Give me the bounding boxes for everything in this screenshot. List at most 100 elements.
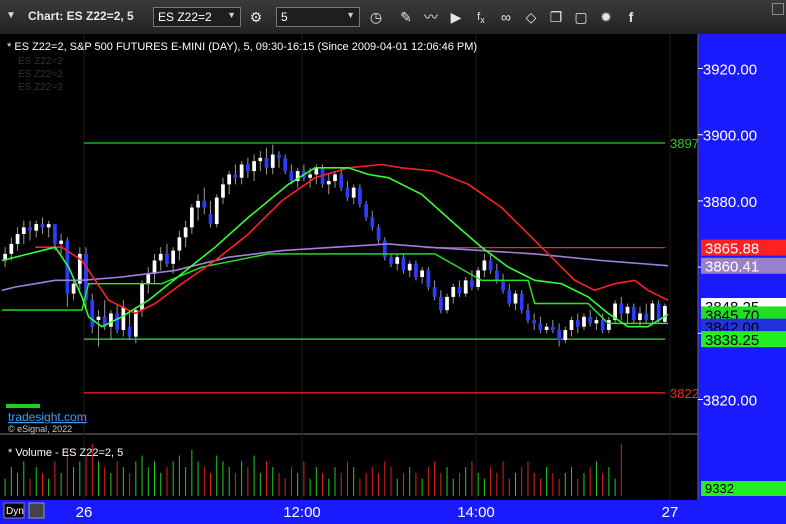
- price-tag-label: 3860.41: [705, 259, 759, 276]
- candle-body: [221, 184, 225, 198]
- candle-body: [395, 257, 400, 264]
- candle-body: [208, 214, 213, 225]
- candle-body: [152, 260, 157, 274]
- candle-body: [507, 290, 512, 304]
- candle-body: [376, 227, 381, 241]
- candle-body: [563, 330, 568, 340]
- candle-body: [53, 224, 57, 244]
- copy-icon[interactable]: ❐: [547, 8, 565, 26]
- play-icon[interactable]: ▶: [447, 8, 465, 26]
- candle-body: [71, 283, 76, 294]
- candle-body: [326, 181, 331, 185]
- candle-body: [115, 313, 120, 330]
- time-label: 26: [76, 504, 93, 521]
- candle-body: [401, 257, 406, 271]
- candle-body: [202, 200, 207, 208]
- candle-body: [638, 313, 642, 321]
- price-axis-label: 3820.00: [703, 393, 757, 410]
- candle-body: [526, 310, 530, 321]
- price-axis-background: [698, 34, 786, 524]
- chart-area[interactable]: * ES Z22=2, S&P 500 FUTURES E-MINI (DAY)…: [0, 34, 786, 524]
- candle-body: [463, 280, 468, 294]
- candle-body: [90, 300, 95, 327]
- interval-select[interactable]: 5 ▼: [276, 7, 360, 27]
- candle-body: [644, 313, 649, 321]
- candle-body: [420, 270, 425, 278]
- candle-body: [283, 157, 288, 172]
- copyright-text: © eSignal, 2022: [8, 424, 72, 434]
- lock-icon[interactable]: [28, 502, 45, 519]
- draw-icon[interactable]: ✎: [397, 8, 415, 26]
- candle-body: [351, 187, 356, 198]
- candle-body: [557, 330, 561, 340]
- edge-price-label: 3822: [670, 386, 699, 401]
- candle-body: [389, 257, 393, 264]
- candle-body: [258, 157, 263, 162]
- logo-bar: [6, 404, 40, 408]
- symbol-select[interactable]: ES Z22=2 ▼: [153, 7, 241, 27]
- candle-body: [109, 313, 113, 327]
- settings-icon[interactable]: ⚙: [247, 8, 265, 26]
- price-axis-label: 3920.00: [703, 61, 757, 78]
- candle-body: [333, 174, 337, 182]
- candle-body: [339, 174, 344, 188]
- legend-item: ES Z22=2: [18, 69, 63, 80]
- watermark-link[interactable]: tradesight.com: [8, 410, 87, 424]
- fx-icon[interactable]: fx: [472, 8, 490, 26]
- candle-body: [619, 303, 624, 314]
- facebook-icon[interactable]: f: [622, 8, 640, 26]
- candle-body: [457, 286, 462, 294]
- candle-body: [513, 293, 518, 304]
- candle-body: [289, 171, 294, 182]
- study-icon[interactable]: 〰: [422, 8, 440, 26]
- candle-body: [438, 296, 443, 311]
- candle-body: [432, 286, 437, 297]
- color-palette-icon[interactable]: ✹: [597, 8, 615, 26]
- candle-body: [127, 326, 132, 337]
- candle-body: [445, 296, 449, 311]
- candle-body: [171, 250, 176, 264]
- candle-body: [364, 204, 368, 218]
- interval-value: 5: [281, 10, 288, 24]
- candle-body: [532, 320, 537, 324]
- link-icon[interactable]: ∞: [497, 8, 515, 26]
- candle-body: [227, 174, 232, 185]
- candle-body: [625, 306, 630, 314]
- window-close-button[interactable]: [772, 3, 784, 15]
- dyn-label: Dyn: [6, 506, 24, 517]
- candle-body: [501, 280, 505, 291]
- price-tag-label: 3838.25: [705, 332, 759, 349]
- candle-body: [121, 306, 126, 330]
- volume-tag-label: 9332: [705, 481, 734, 496]
- candle-body: [370, 217, 375, 228]
- candle-body: [494, 270, 499, 281]
- candle-body: [575, 320, 580, 327]
- candle-body: [382, 240, 387, 258]
- candle-body: [252, 161, 256, 172]
- candle-body: [600, 320, 605, 330]
- volume-title: * Volume - ES Z22=2, 5: [8, 447, 123, 459]
- window-menu-icon[interactable]: ▼: [6, 10, 16, 21]
- candle-body: [183, 227, 188, 238]
- candle-body: [426, 270, 431, 287]
- candle-body: [34, 224, 39, 231]
- candle-body: [40, 224, 45, 228]
- clock-icon[interactable]: ◷: [367, 8, 385, 26]
- candle-body: [358, 187, 362, 205]
- candle-body: [582, 316, 586, 327]
- candle-body: [21, 227, 26, 234]
- candle-body: [264, 157, 269, 168]
- candle-body: [270, 154, 275, 168]
- candle-body: [189, 207, 194, 228]
- time-label: 27: [662, 504, 679, 521]
- candle-body: [28, 227, 32, 231]
- candle-body: [470, 280, 474, 287]
- candle-body: [451, 286, 456, 297]
- candle-body: [650, 303, 655, 321]
- candle-body: [9, 243, 14, 254]
- candle-body: [177, 237, 182, 251]
- candle-body: [146, 273, 151, 284]
- edge-price-label: 3897: [670, 136, 699, 151]
- color-palette-icon[interactable]: ▢: [572, 8, 590, 26]
- eraser-icon[interactable]: ◇: [522, 8, 540, 26]
